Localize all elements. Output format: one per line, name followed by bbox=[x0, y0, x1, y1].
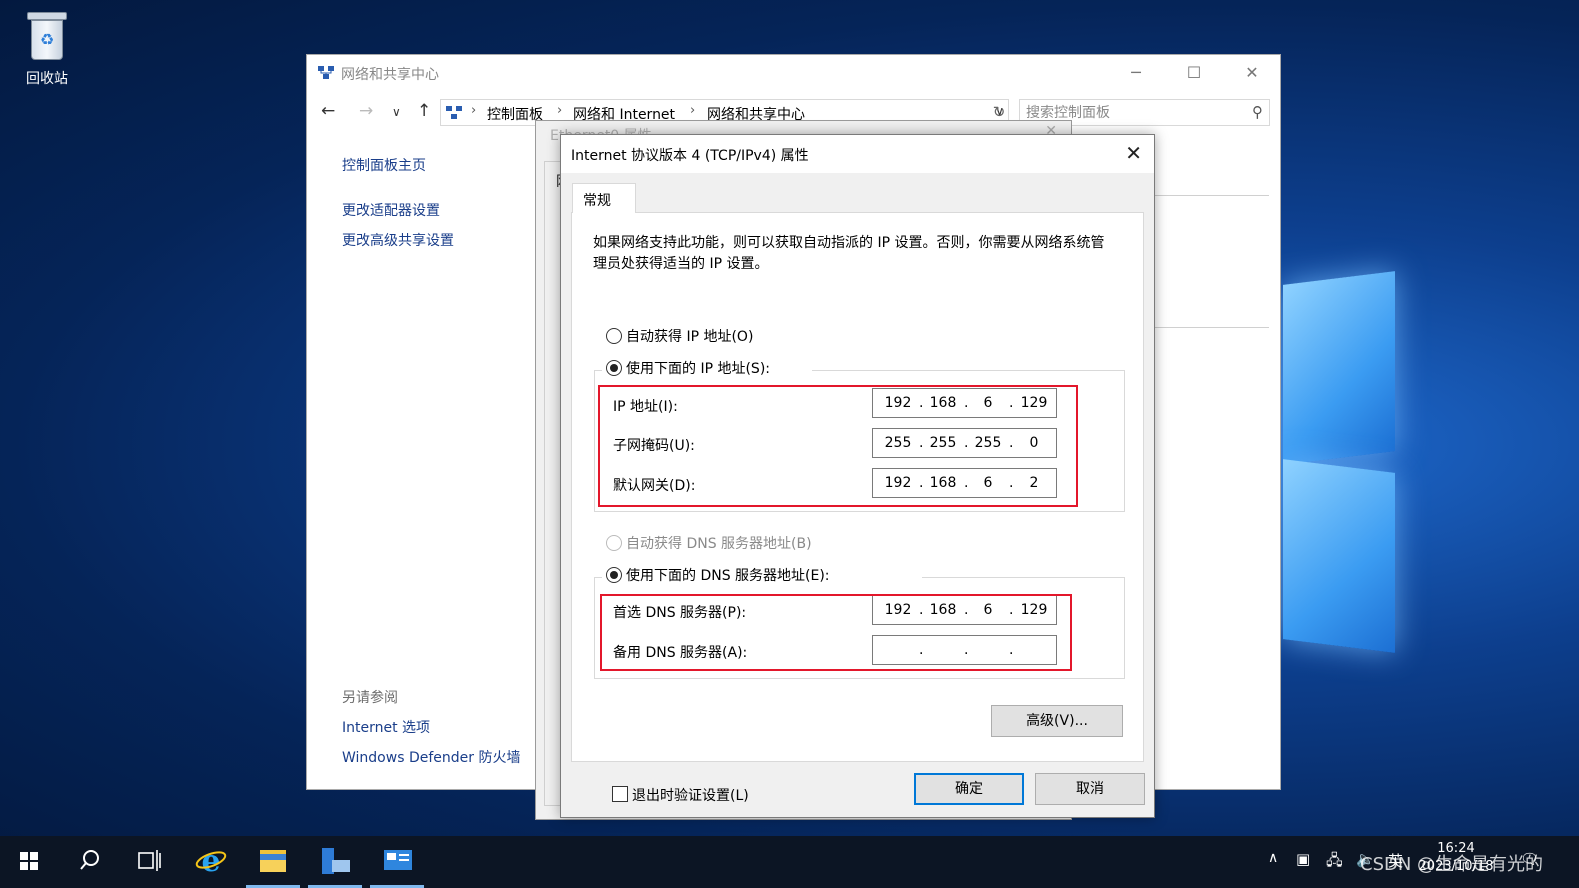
ip-highlight-box bbox=[598, 385, 1078, 507]
link-firewall[interactable]: Windows Defender 防火墙 bbox=[342, 747, 520, 767]
action-center-icon[interactable]: ▣ bbox=[1296, 850, 1310, 868]
tab-general[interactable]: 常规 bbox=[572, 183, 636, 213]
description-text: 如果网络支持此功能，则可以获取自动指派的 IP 设置。否则，你需要从网络系统管理… bbox=[593, 235, 1105, 272]
forward-arrow-icon[interactable]: → bbox=[359, 101, 373, 121]
ipv4-properties-dialog: Internet 协议版本 4 (TCP/IPv4) 属性 ✕ 常规 如果网络支… bbox=[560, 134, 1155, 818]
task-view-icon bbox=[138, 850, 161, 871]
chevron-right-icon: › bbox=[690, 103, 696, 118]
link-internet-options[interactable]: Internet 选项 bbox=[342, 717, 430, 737]
taskbar-control-panel[interactable] bbox=[368, 836, 426, 888]
minimize-button[interactable]: ─ bbox=[1113, 59, 1159, 87]
windows-logo-pane-bottom bbox=[1283, 459, 1395, 653]
general-panel: 如果网络支持此功能，则可以获取自动指派的 IP 设置。否则，你需要从网络系统管理… bbox=[571, 212, 1144, 804]
server-manager-icon bbox=[322, 848, 350, 874]
auto-dns-label: 自动获得 DNS 服务器地址(B) bbox=[626, 536, 812, 552]
control-panel-icon bbox=[446, 106, 462, 119]
manual-ip-label: 使用下面的 IP 地址(S): bbox=[626, 361, 770, 377]
title-bar: 网络和共享中心 ─ ☐ ✕ bbox=[307, 55, 1280, 91]
dns-highlight-box bbox=[600, 594, 1072, 671]
up-arrow-icon[interactable]: ↑ bbox=[417, 101, 431, 121]
recent-dropdown-icon[interactable]: ∨ bbox=[392, 105, 401, 119]
window-title: 网络和共享中心 bbox=[341, 67, 439, 83]
show-hidden-icons[interactable]: ∧ bbox=[1268, 850, 1278, 866]
search-button[interactable] bbox=[60, 836, 118, 888]
search-icon bbox=[80, 850, 99, 870]
recycle-bin[interactable]: ♻ 回收站 bbox=[14, 8, 80, 88]
manual-dns-radio[interactable]: 使用下面的 DNS 服务器地址(E): bbox=[602, 565, 922, 587]
windows-logo-pane-top bbox=[1283, 271, 1395, 465]
tab-general-label: 常规 bbox=[583, 193, 611, 209]
search-icon[interactable]: ⚲ bbox=[1252, 103, 1263, 121]
close-button[interactable]: ✕ bbox=[1229, 59, 1275, 87]
watermark: CSDN @生命是有光的 bbox=[1360, 854, 1544, 875]
recycle-bin-icon: ♻ bbox=[25, 8, 69, 62]
internet-explorer-icon: e bbox=[195, 844, 227, 879]
sidebar-link-adapter[interactable]: 更改适配器设置 bbox=[342, 200, 440, 220]
manual-ip-radio[interactable]: 使用下面的 IP 地址(S): bbox=[602, 358, 812, 380]
chevron-right-icon: › bbox=[471, 103, 477, 118]
cancel-button[interactable]: 取消 bbox=[1035, 773, 1145, 805]
back-arrow-icon[interactable]: ← bbox=[321, 101, 335, 121]
taskbar-internet-explorer[interactable]: e bbox=[182, 836, 240, 888]
taskbar: e ∧ ▣ 🖧 🔈 英 16:24 2023/10/18 🗨 CSDN @生命是… bbox=[0, 836, 1579, 888]
divider bbox=[1155, 195, 1269, 196]
task-view-button[interactable] bbox=[120, 836, 178, 888]
svg-text:e: e bbox=[201, 844, 220, 879]
start-button[interactable] bbox=[0, 836, 58, 888]
maximize-button[interactable]: ☐ bbox=[1171, 59, 1217, 87]
dialog-title: Internet 协议版本 4 (TCP/IPv4) 属性 bbox=[571, 148, 809, 164]
chevron-right-icon: › bbox=[557, 103, 563, 118]
manual-dns-label: 使用下面的 DNS 服务器地址(E): bbox=[626, 568, 830, 584]
sidebar-link-sharing[interactable]: 更改高级共享设置 bbox=[342, 230, 454, 250]
network-icon[interactable]: 🖧 bbox=[1326, 850, 1343, 875]
close-icon[interactable]: ✕ bbox=[1125, 141, 1142, 165]
see-also-header: 另请参阅 bbox=[342, 690, 398, 706]
advanced-button[interactable]: 高级(V)... bbox=[991, 705, 1123, 737]
auto-ip-label: 自动获得 IP 地址(O) bbox=[626, 329, 754, 345]
dialog-title-bar: Internet 协议版本 4 (TCP/IPv4) 属性 ✕ bbox=[561, 135, 1154, 173]
taskbar-file-explorer[interactable] bbox=[244, 836, 302, 888]
ok-button[interactable]: 确定 bbox=[914, 773, 1024, 805]
windows-start-icon bbox=[20, 852, 38, 870]
validate-label: 退出时验证设置(L) bbox=[632, 788, 749, 804]
folder-icon bbox=[260, 850, 286, 872]
recycle-bin-label: 回收站 bbox=[26, 71, 68, 87]
network-icon bbox=[318, 66, 334, 79]
divider bbox=[1155, 327, 1269, 328]
taskbar-server-manager[interactable] bbox=[306, 836, 364, 888]
sidebar-link-home[interactable]: 控制面板主页 bbox=[342, 155, 426, 175]
control-panel-icon bbox=[384, 850, 412, 870]
